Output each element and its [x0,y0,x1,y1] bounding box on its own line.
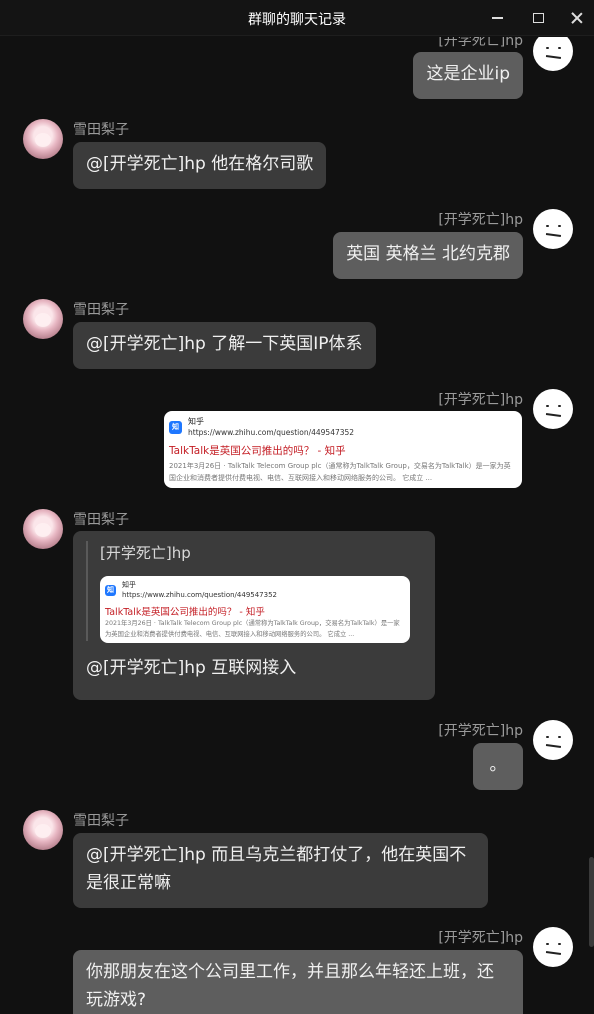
chat-history[interactable]: [开学死亡]hp 这是企业ip 雪田梨子 @[开学死亡]hp 他在格尔司歌 [开… [0,37,594,1014]
avatar-mouth [545,54,562,59]
link-title[interactable]: TalkTalk是英国公司推出的吗？ - 知乎 [169,443,346,458]
avatar[interactable] [23,119,63,159]
avatar[interactable] [23,509,63,549]
sender-name: [开学死亡]hp [438,37,523,49]
message-bubble[interactable]: 你那朋友在这个公司里工作，并且那么年轻还上班，还玩游戏? [73,950,523,1014]
avatar-eye [546,225,549,227]
link-description: 2021年3月26日 · TalkTalk Telecom Group plc（… [105,620,400,638]
close-icon [571,12,583,24]
avatar-mouth [545,232,562,237]
scrollbar[interactable] [589,857,594,947]
sender-name: [开学死亡]hp [438,392,523,408]
link-card[interactable]: 知 知乎 https://www.zhihu.com/question/4495… [164,411,522,488]
avatar-mouth [545,412,562,417]
link-site: 知乎 [188,417,204,426]
link-site: 知乎 [122,581,136,589]
sender-name: 雪田梨子 [73,302,129,318]
avatar-eye [558,47,561,49]
avatar-eye [558,225,561,227]
avatar-mouth [545,743,562,748]
message-bubble[interactable]: @[开学死亡]hp 而且乌克兰都打仗了，他在英国不是很正常嘛 [73,833,488,908]
avatar[interactable] [533,209,573,249]
link-description: 2021年3月26日 · TalkTalk Telecom Group plc（… [169,462,511,482]
sender-name: [开学死亡]hp [438,723,523,739]
avatar[interactable] [533,389,573,429]
avatar[interactable] [533,37,573,71]
title-bar: 群聊的聊天记录 [0,0,594,36]
link-title[interactable]: TalkTalk是英国公司推出的吗？ - 知乎 [105,604,265,618]
avatar-mouth [545,950,562,955]
sender-name: [开学死亡]hp [438,930,523,946]
quote-bar [86,541,88,641]
avatar[interactable] [23,810,63,850]
avatar-eye [546,47,549,49]
message-bubble[interactable]: @[开学死亡]hp 了解一下英国IP体系 [73,322,376,369]
maximize-icon [532,13,544,23]
message-bubble[interactable]: 英国 英格兰 北约克郡 [333,232,523,279]
avatar[interactable] [23,299,63,339]
sender-name: 雪田梨子 [73,813,129,829]
avatar[interactable] [533,927,573,967]
quoted-link-card[interactable]: 知 知乎 https://www.zhihu.com/question/4495… [100,576,410,643]
message-bubble[interactable]: 这是企业ip [413,52,523,99]
avatar[interactable] [533,720,573,760]
sender-name: 雪田梨子 [73,512,129,528]
reply-message-bubble[interactable]: [开学死亡]hp 知 知乎 https://www.zhihu.com/ques… [73,531,435,700]
avatar-eye [558,405,561,407]
avatar-eye [546,943,549,945]
close-button[interactable] [562,6,592,30]
reply-text: @[开学死亡]hp 互联网接入 [86,658,297,678]
zhihu-logo-icon: 知 [169,421,182,434]
maximize-button[interactable] [523,6,553,30]
sender-name: 雪田梨子 [73,122,129,138]
sender-name: [开学死亡]hp [438,212,523,228]
minimize-button[interactable] [482,6,512,30]
quoted-sender: [开学死亡]hp [100,544,191,562]
link-url: https://www.zhihu.com/question/449547352 [122,591,277,599]
avatar-eye [558,736,561,738]
link-url: https://www.zhihu.com/question/449547352 [188,428,355,437]
zhihu-logo-icon: 知 [105,585,116,596]
message-bubble[interactable]: 。 [473,743,523,790]
avatar-eye [546,405,549,407]
avatar-eye [546,736,549,738]
avatar-eye [558,943,561,945]
minimize-icon [491,17,503,19]
message-bubble[interactable]: @[开学死亡]hp 他在格尔司歌 [73,142,327,189]
